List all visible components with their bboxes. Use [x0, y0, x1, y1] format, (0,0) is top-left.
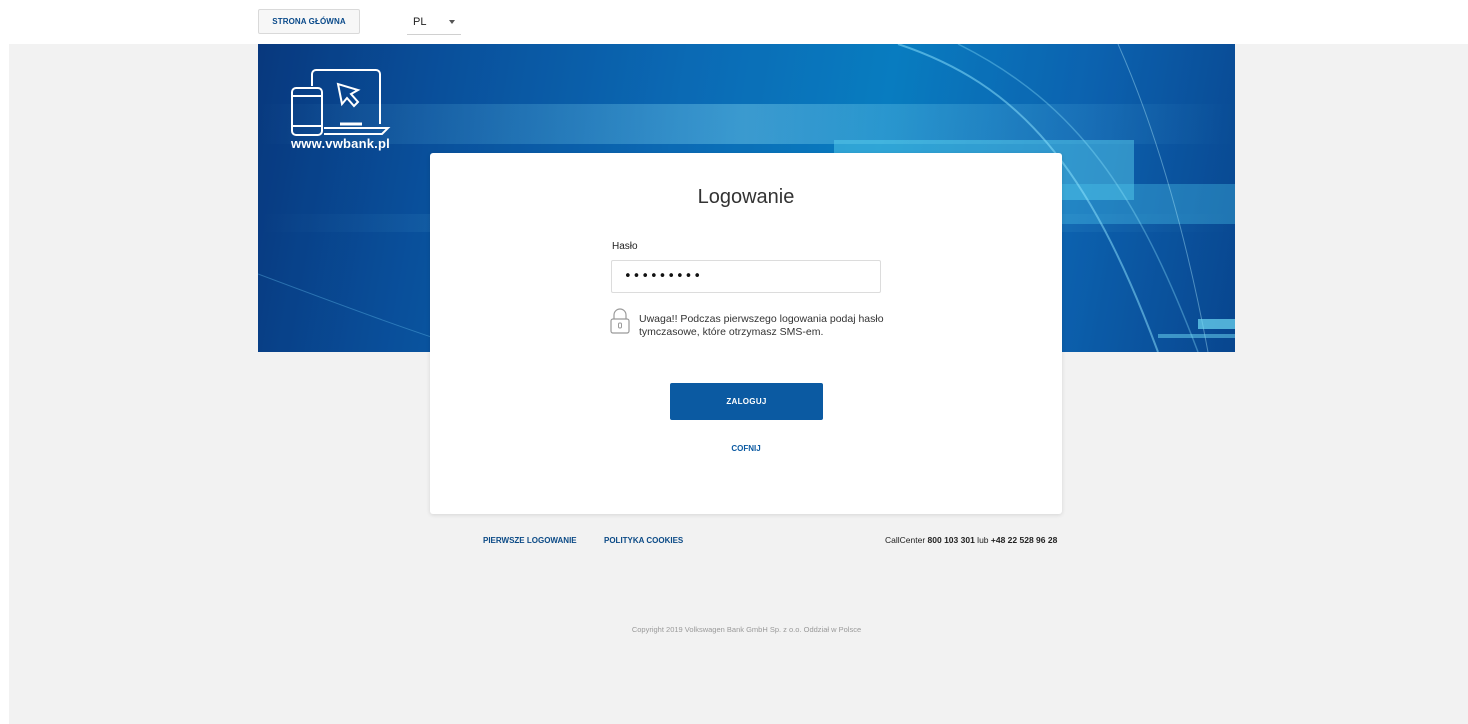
first-login-link[interactable]: PIERWSZE LOGOWANIE [483, 536, 577, 545]
lock-icon [610, 308, 630, 334]
callcenter-info: CallCenter 800 103 301 lub +48 22 528 96… [885, 535, 1057, 545]
language-value: PL [413, 16, 427, 28]
callcenter-number-2: +48 22 528 96 28 [990, 535, 1058, 545]
banner-url: www.vwbank.pl [291, 136, 390, 151]
callcenter-or: lub [974, 535, 991, 545]
login-button[interactable]: ZALOGUJ [670, 383, 823, 420]
language-select[interactable]: PL [407, 10, 461, 35]
page-title: Logowanie [697, 186, 795, 208]
password-field[interactable]: ••••••••• [611, 260, 881, 293]
first-login-notice: Uwaga!! Podczas pierwszego logowania pod… [610, 308, 900, 348]
password-label: Hasło [612, 241, 638, 252]
home-button[interactable]: STRONA GŁÓWNA [258, 9, 360, 34]
copyright-text: Copyright 2019 Volkswagen Bank GmbH Sp. … [631, 625, 862, 634]
cookie-policy-link[interactable]: POLITYKA COOKIES [604, 536, 683, 545]
top-bar: STRONA GŁÓWNA PL [0, 0, 1468, 44]
chevron-down-icon [449, 20, 455, 24]
callcenter-number-1: 800 103 301 [927, 535, 975, 545]
callcenter-prefix: CallCenter [885, 535, 928, 545]
back-link[interactable]: COFNIJ [430, 444, 1062, 453]
notice-text: Uwaga!! Podczas pierwszego logowania pod… [639, 313, 884, 338]
login-card: Logowanie Hasło ••••••••• Uwaga!! Podcza… [430, 153, 1062, 514]
